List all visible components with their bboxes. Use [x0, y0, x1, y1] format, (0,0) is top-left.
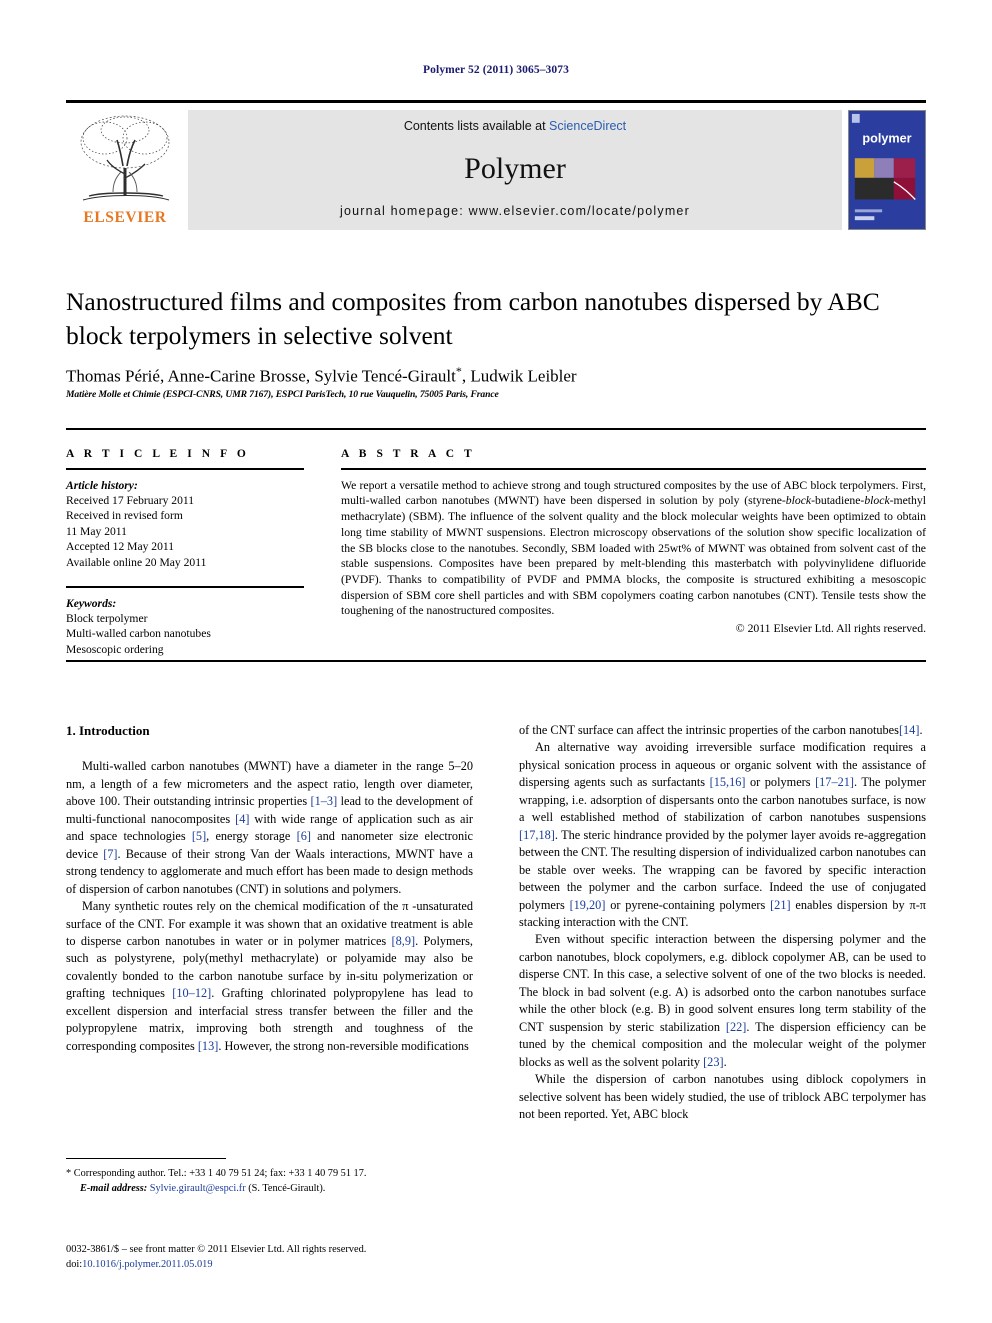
issn-copyright-line: 0032-3861/$ – see front matter © 2011 El…	[66, 1244, 367, 1255]
citation-link[interactable]: [17,18]	[519, 828, 555, 842]
right-paragraph-container: of the CNT surface can affect the intrin…	[519, 722, 926, 1123]
body-column-left: 1. Introduction Multi-walled carbon nano…	[66, 722, 473, 1055]
left-paragraph-container: Multi-walled carbon nanotubes (MWNT) hav…	[66, 758, 473, 1055]
abstract-italic1: block	[785, 494, 812, 508]
citation-link[interactable]: [10–12]	[172, 986, 211, 1000]
abstract-heading: A B S T R A C T	[341, 448, 476, 460]
citation-link[interactable]: [7]	[103, 847, 117, 861]
page-footer: 0032-3861/$ – see front matter © 2011 El…	[66, 1243, 486, 1273]
abstract-copyright: © 2011 Elsevier Ltd. All rights reserved…	[735, 622, 926, 636]
footnote-rule	[66, 1158, 226, 1159]
sciencedirect-link[interactable]: ScienceDirect	[549, 119, 626, 133]
body-paragraph: Many synthetic routes rely on the chemic…	[66, 898, 473, 1055]
paragraph-text: or polymers	[745, 775, 816, 790]
citation-link[interactable]: [14]	[899, 723, 920, 737]
paragraph-text: Even without specific interaction betwee…	[519, 932, 926, 1034]
article-history-block: Article history: Received 17 February 20…	[66, 478, 304, 570]
elsevier-wordmark: ELSEVIER	[83, 209, 167, 226]
corresponding-author-footnote: * Corresponding author. Tel.: +33 1 40 7…	[66, 1158, 473, 1197]
keyword-item: Mesoscopic ordering	[66, 642, 164, 656]
doi-link[interactable]: 10.1016/j.polymer.2011.05.019	[82, 1259, 212, 1270]
abstract-top-rule	[66, 428, 926, 430]
keywords-rule	[66, 586, 304, 588]
section-heading-introduction: 1. Introduction	[66, 723, 150, 738]
journal-cover-thumbnail: polymer	[848, 110, 926, 230]
abstract-body: We report a versatile method to achieve …	[341, 478, 926, 620]
email-owner: (S. Tencé-Girault).	[245, 1182, 326, 1194]
article-authors: Thomas Périé, Anne-Carine Brosse, Sylvie…	[66, 364, 906, 388]
body-column-right: of the CNT surface can affect the intrin…	[519, 722, 926, 1123]
author-list-tail: , Ludwik Leibler	[461, 366, 577, 386]
history-item: Received 17 February 2011	[66, 494, 195, 507]
abstract-part3: -methyl methacrylate) (SBM). The influen…	[341, 494, 926, 618]
article-history-label: Article history:	[66, 478, 138, 492]
paper-page: Polymer 52 (2011) 3065–3073 ELSEVIER Con…	[0, 0, 992, 1323]
citation-link[interactable]: [19,20]	[570, 898, 606, 912]
body-paragraph: An alternative way avoiding irreversible…	[519, 739, 926, 931]
paragraph-text: or pyrene-containing polymers	[605, 897, 771, 912]
article-info-rule	[66, 468, 304, 470]
cover-artwork-icon: polymer	[849, 111, 925, 229]
abstract-part2: -butadiene-	[811, 494, 865, 508]
body-paragraph: While the dispersion of carbon nanotubes…	[519, 1071, 926, 1123]
body-paragraph: of the CNT surface can affect the intrin…	[519, 722, 926, 739]
body-paragraph: Even without specific interaction betwee…	[519, 931, 926, 1071]
keyword-item: Block terpolymer	[66, 612, 148, 626]
article-info-column: A R T I C L E I N F O Article history: R…	[66, 448, 304, 657]
keywords-label: Keywords:	[66, 596, 117, 610]
citation-link[interactable]: [5]	[192, 829, 206, 843]
article-info-heading: A R T I C L E I N F O	[66, 448, 250, 460]
sciencedirect-panel: Contents lists available at ScienceDirec…	[188, 110, 842, 230]
author-list: Thomas Périé, Anne-Carine Brosse, Sylvie…	[66, 366, 456, 386]
masthead-top-rule	[66, 100, 926, 103]
email-address-link[interactable]: Sylvie.girault@espci.fr	[150, 1183, 246, 1194]
paragraph-text: .	[919, 723, 923, 737]
elsevier-logo: ELSEVIER	[66, 110, 184, 230]
history-item: Accepted 12 May 2011	[66, 540, 175, 554]
history-item: Available online 20 May 2011	[66, 555, 207, 569]
running-head: Polymer 52 (2011) 3065–3073	[423, 64, 569, 76]
journal-masthead: ELSEVIER Contents lists available at Sci…	[66, 100, 926, 230]
paragraph-text: . Because of their strong Van der Waals …	[66, 846, 473, 896]
keywords-block: Keywords: Block terpolymer Multi-walled …	[66, 596, 304, 658]
keyword-item: Multi-walled carbon nanotubes	[66, 627, 211, 641]
citation-link[interactable]: [22]	[726, 1020, 747, 1034]
citation-link[interactable]: [1–3]	[311, 794, 338, 808]
citation-link[interactable]: [8,9]	[392, 934, 416, 948]
paragraph-text: . However, the strong non-reversible mod…	[218, 1038, 469, 1053]
citation-link[interactable]: [15,16]	[710, 775, 746, 789]
contents-prefix: Contents lists available at	[403, 119, 550, 133]
abstract-italic2: block	[864, 494, 890, 508]
body-paragraph: Multi-walled carbon nanotubes (MWNT) hav…	[66, 758, 473, 898]
citation-link[interactable]: [23]	[703, 1055, 724, 1069]
journal-title: Polymer	[464, 151, 566, 185]
article-title: Nanostructured films and composites from…	[66, 287, 880, 350]
citation-link[interactable]: [17–21]	[815, 775, 854, 789]
contents-available-line: Contents lists available at ScienceDirec…	[404, 119, 626, 133]
abstract-column: A B S T R A C T We report a versatile me…	[341, 448, 926, 635]
paragraph-text: While the dispersion of carbon nanotubes…	[519, 1072, 926, 1121]
history-item: Received in revised form	[66, 509, 183, 523]
abstract-rule	[341, 468, 926, 470]
author-affiliation: Matière Molle et Chimie (ESPCI-CNRS, UMR…	[66, 389, 499, 400]
paragraph-text: .	[723, 1054, 727, 1069]
doi-label: doi:	[66, 1258, 83, 1270]
email-address-label: E-mail address:	[80, 1182, 148, 1194]
citation-link[interactable]: [4]	[235, 812, 249, 826]
citation-link[interactable]: [13]	[198, 1039, 219, 1053]
citation-link[interactable]: [21]	[770, 898, 791, 912]
footnote-email-line: E-mail address: Sylvie.girault@espci.fr …	[66, 1182, 473, 1197]
svg-text:polymer: polymer	[862, 130, 911, 145]
doi-line: doi:10.1016/j.polymer.2011.05.019	[66, 1258, 486, 1273]
journal-homepage[interactable]: journal homepage: www.elsevier.com/locat…	[340, 204, 690, 218]
paragraph-text: , energy storage	[206, 829, 297, 844]
citation-link[interactable]: [6]	[297, 829, 311, 843]
paragraph-text: of the CNT surface can affect the intrin…	[519, 723, 899, 737]
elsevier-tree-icon	[80, 115, 170, 201]
footnote-contact-line: * Corresponding author. Tel.: +33 1 40 7…	[66, 1168, 367, 1179]
history-item: 11 May 2011	[66, 524, 127, 538]
abstract-bottom-rule	[66, 660, 926, 662]
